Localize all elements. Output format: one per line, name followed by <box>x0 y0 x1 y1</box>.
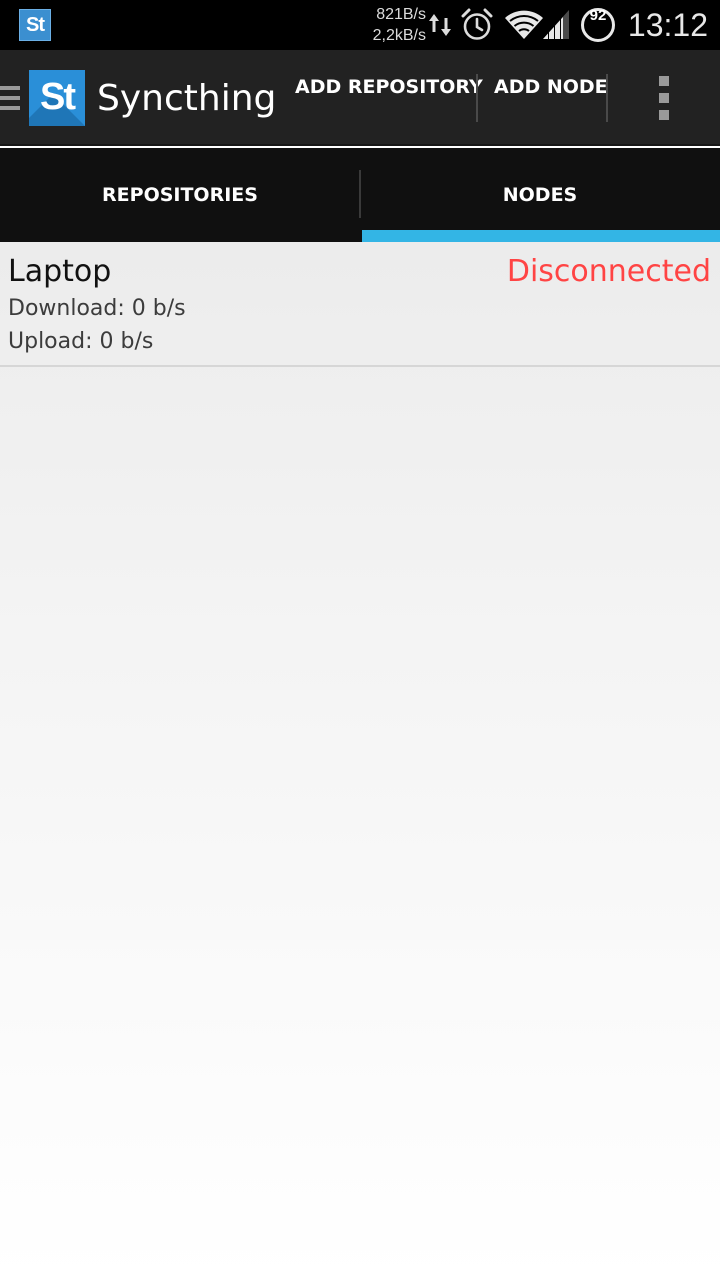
selected-tab-indicator <box>362 230 720 242</box>
app-logo-icon[interactable]: St <box>29 70 85 126</box>
rate-up: 821B/s <box>376 6 426 23</box>
nodes-list: Laptop Disconnected Download: 0 b/s Uplo… <box>0 242 720 1280</box>
add-node-button[interactable]: ADD NODE <box>494 76 608 122</box>
status-bar: St 821B/s 2,2kB/s 92 13:12 <box>0 0 720 50</box>
node-upload-rate: Upload: 0 b/s <box>8 329 154 354</box>
data-transfer-arrows-icon <box>429 14 451 36</box>
node-download-rate: Download: 0 b/s <box>8 296 186 321</box>
syncthing-notification-icon: St <box>19 9 51 41</box>
list-item-node-laptop[interactable]: Laptop Disconnected Download: 0 b/s Uplo… <box>0 242 720 367</box>
battery-level: 92 <box>589 7 607 24</box>
tab-bar: REPOSITORIES NODES <box>0 148 720 242</box>
rate-down: 2,2kB/s <box>372 27 426 44</box>
action-divider <box>476 74 478 122</box>
node-name: Laptop <box>8 254 112 289</box>
app-title: Syncthing <box>97 78 277 119</box>
overflow-menu-icon[interactable] <box>656 76 672 120</box>
node-status: Disconnected <box>506 254 711 289</box>
signal-icon <box>543 10 569 39</box>
add-repository-button[interactable]: ADD REPOSITORY <box>295 76 483 122</box>
wifi-icon <box>505 10 543 39</box>
alarm-clock-icon <box>461 8 493 40</box>
drawer-indicator-icon[interactable] <box>0 86 20 114</box>
action-bar: St Syncthing ADD REPOSITORY ADD NODE <box>0 50 720 146</box>
action-divider <box>606 74 608 122</box>
tab-nodes[interactable]: NODES <box>360 148 720 242</box>
clock: 13:12 <box>627 7 708 43</box>
tab-repositories[interactable]: REPOSITORIES <box>0 148 360 242</box>
network-rates: 821B/s 2,2kB/s <box>373 4 426 46</box>
